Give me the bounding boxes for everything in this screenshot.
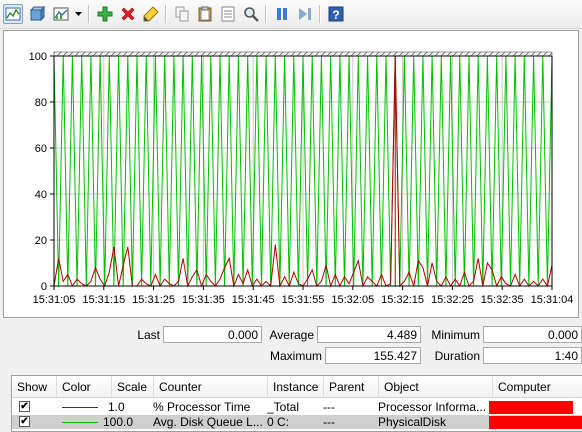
help-button[interactable]: ? <box>326 4 346 24</box>
view-graph-icon <box>5 7 21 21</box>
object-cell: Processor Informa... <box>378 400 487 414</box>
properties-button[interactable] <box>218 4 238 24</box>
highlight-button[interactable] <box>141 4 161 24</box>
column-header-object[interactable]: Object <box>379 376 493 398</box>
y-tick-label: 0 <box>41 281 47 293</box>
last-value: 0.000 <box>163 326 262 343</box>
x-tick-label: 15:32:05 <box>331 294 374 306</box>
copy-properties-button[interactable] <box>172 4 192 24</box>
delete-counter-button[interactable] <box>118 4 138 24</box>
maximum-value: 155.427 <box>325 347 421 364</box>
x-tick-label: 15:31:45 <box>232 294 275 306</box>
last-label: Last <box>137 328 160 342</box>
help-icon: ? <box>328 6 344 22</box>
toolbar-separator <box>88 5 90 23</box>
add-counter-button[interactable] <box>95 4 115 24</box>
column-header-color[interactable]: Color <box>57 376 112 398</box>
paste-counter-list-icon <box>198 6 212 22</box>
chevron-down-icon <box>74 12 82 16</box>
column-header-computer[interactable]: Computer <box>493 376 582 398</box>
performance-graph[interactable]: 100 80 60 40 20 0 15:31:05 15:31:15 15:31:25 15:3… <box>3 30 579 318</box>
x-tick-label: 15:31:55 <box>282 294 325 306</box>
duration-value: 1:40 <box>483 347 582 364</box>
view-histogram-icon <box>29 6 45 22</box>
instance-cell: 0 C: <box>267 415 290 429</box>
delete-counter-icon <box>121 7 135 21</box>
x-tick-label: 15:32:15 <box>381 294 424 306</box>
zoom-icon <box>244 7 259 22</box>
x-tick-label: 15:31:04 <box>531 294 574 306</box>
view-histogram-button[interactable] <box>27 4 47 24</box>
table-row[interactable]: ✔ 1.0 % Processor Time _Total --- Proces… <box>12 400 582 414</box>
redacted-computer-cell <box>489 416 582 429</box>
view-graph-button[interactable] <box>3 4 23 24</box>
toolbar-separator <box>265 5 267 23</box>
scale-cell: 1.0 <box>108 400 125 414</box>
update-data-icon <box>299 8 311 20</box>
column-header-instance[interactable]: Instance <box>268 376 324 398</box>
counter-cell: % Processor Time <box>153 400 251 414</box>
y-tick-label: 40 <box>35 189 47 201</box>
column-header-scale[interactable]: Scale <box>112 376 154 398</box>
freeze-display-button[interactable] <box>272 4 292 24</box>
minimum-value: 0.000 <box>483 326 582 343</box>
x-tick-label: 15:31:35 <box>182 294 225 306</box>
svg-text:?: ? <box>332 8 339 22</box>
average-value: 4.489 <box>317 326 421 343</box>
counter-cell: Avg. Disk Queue L... <box>153 415 263 429</box>
x-tick-label: 15:31:25 <box>132 294 175 306</box>
minimum-label: Minimum <box>431 328 480 342</box>
column-header-counter[interactable]: Counter <box>154 376 268 398</box>
column-header-show[interactable]: Show <box>12 376 57 398</box>
paste-counter-list-button[interactable] <box>195 4 215 24</box>
average-label: Average <box>269 328 314 342</box>
redacted-computer-cell <box>489 401 573 414</box>
highlight-icon <box>143 6 159 22</box>
duration-label: Duration <box>434 349 480 363</box>
column-header-parent[interactable]: Parent <box>324 376 379 398</box>
change-graph-type-icon <box>53 7 69 21</box>
toolbar-separator <box>319 5 321 23</box>
x-tick-label: 15:32:35 <box>481 294 524 306</box>
copy-properties-icon <box>175 6 189 22</box>
maximum-label: Maximum <box>269 349 322 363</box>
zoom-button[interactable] <box>241 4 261 24</box>
y-tick-label: 100 <box>29 51 47 63</box>
y-tick-label: 60 <box>35 143 47 155</box>
show-checkbox[interactable]: ✔ <box>19 416 30 427</box>
properties-icon <box>221 6 235 22</box>
line-chart: 100 80 60 40 20 015:31:05 15:31:15 15:31:25 15:3… <box>29 51 574 306</box>
object-cell: PhysicalDisk <box>378 415 447 429</box>
add-counter-icon <box>97 6 113 22</box>
update-data-button[interactable] <box>295 4 315 24</box>
show-checkbox[interactable]: ✔ <box>19 401 30 412</box>
x-tick-label: 15:32:25 <box>431 294 474 306</box>
y-tick-label: 80 <box>35 97 47 109</box>
instance-cell: _Total <box>267 400 300 414</box>
graph-type-dropdown[interactable] <box>73 5 83 23</box>
x-tick-label: 15:31:05 <box>33 294 76 306</box>
x-tick-label: 15:31:15 <box>82 294 125 306</box>
series-color-swatch <box>62 407 98 408</box>
counter-list[interactable]: Show Color Scale Counter Instance Parent… <box>11 375 582 432</box>
parent-cell: --- <box>323 415 335 429</box>
y-tick-label: 20 <box>35 235 47 247</box>
series-color-swatch <box>62 422 98 423</box>
toolbar: ? <box>0 0 582 29</box>
parent-cell: --- <box>323 400 335 414</box>
table-row[interactable]: ✔ 100.0 Avg. Disk Queue L... 0 C: --- Ph… <box>12 415 582 429</box>
freeze-display-icon <box>277 8 287 20</box>
toolbar-separator <box>165 5 167 23</box>
overflow-band <box>53 51 553 57</box>
scale-cell: 100.0 <box>103 415 134 429</box>
change-graph-type-button[interactable] <box>51 4 71 24</box>
